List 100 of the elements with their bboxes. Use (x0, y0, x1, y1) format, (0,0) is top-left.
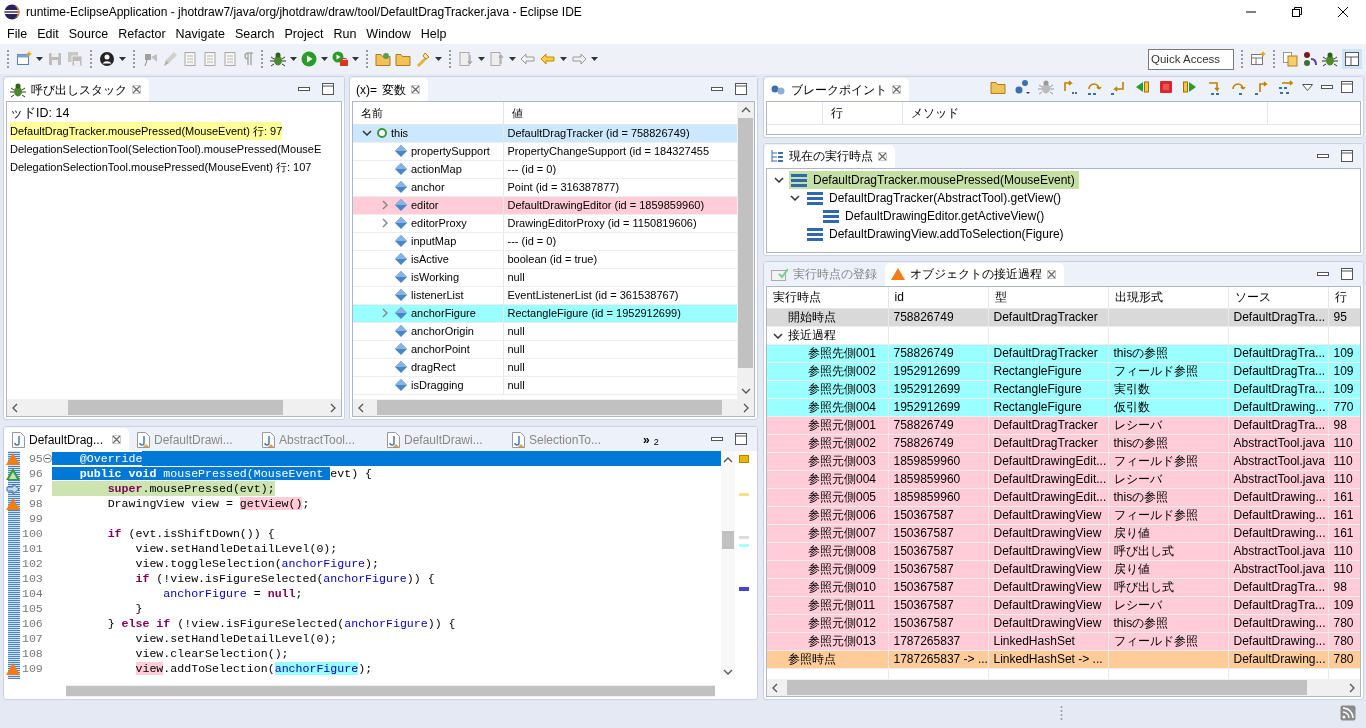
connected-circles-icon[interactable] (1014, 79, 1030, 95)
panel-tab[interactable]: 現在の実行時点 (764, 144, 895, 168)
chevron-down-icon[interactable] (774, 176, 784, 183)
scroll-down-icon[interactable] (740, 388, 751, 394)
horizontal-scrollbar[interactable] (66, 685, 715, 697)
tree-item[interactable]: DefaultDrawingEditor.getActiveView() (821, 206, 1049, 225)
chevron-right-icon[interactable] (382, 200, 388, 210)
menu-item[interactable]: Project (279, 24, 329, 43)
vertical-scrollbar[interactable] (721, 451, 735, 679)
new-window-icon[interactable] (16, 51, 32, 67)
chevron-right-icon[interactable] (382, 308, 388, 318)
run-toolbox-icon[interactable] (332, 51, 348, 67)
git-icon[interactable] (1302, 51, 1318, 67)
triangle-icon[interactable] (6, 467, 21, 480)
folder-icon[interactable] (990, 79, 1006, 95)
menu-item[interactable]: Source (63, 24, 114, 43)
column-header[interactable]: 行 (1328, 286, 1360, 309)
horizontal-scrollbar[interactable] (767, 679, 1360, 696)
bug-icon[interactable] (270, 51, 286, 67)
scroll-thumb[interactable] (722, 531, 734, 549)
column-header[interactable]: ソース (1228, 286, 1328, 309)
menu-item[interactable]: Refactor (113, 24, 171, 43)
scroll-left-icon[interactable] (12, 402, 18, 413)
tree-item[interactable]: DefaultDragTracker(AbstractTool).getView() (805, 188, 1066, 207)
restore-icon[interactable] (1292, 6, 1302, 17)
view-menu-icon[interactable] (1302, 83, 1313, 91)
scroll-right-icon[interactable] (330, 402, 336, 413)
caret-icon[interactable] (478, 57, 485, 61)
bug-icon[interactable] (1322, 51, 1338, 67)
maximize-icon[interactable] (735, 433, 747, 445)
collapse-icon[interactable] (42, 454, 52, 463)
column-header[interactable]: メソッド (902, 102, 1267, 124)
menu-item[interactable]: Navigate (170, 24, 230, 43)
layout-icon[interactable] (1342, 49, 1362, 69)
tree-item[interactable]: DefaultDrawingView.addToSelection(Figure) (805, 224, 1068, 243)
column-header[interactable]: 型 (988, 286, 1108, 309)
scroll-right-icon[interactable] (1349, 682, 1355, 693)
column-header[interactable]: 行 (822, 102, 902, 124)
scroll-left-icon[interactable] (358, 402, 364, 413)
stack-frame[interactable]: DelegationSelectionTool.mousePressed(MouseEvent) 行: 107 (10, 158, 312, 176)
minimize-icon[interactable] (711, 87, 723, 91)
column-header[interactable]: id (888, 286, 988, 309)
triangle-icon[interactable] (6, 497, 21, 510)
step-arrow-icon[interactable] (1062, 79, 1078, 95)
step-return-icon[interactable] (1254, 79, 1270, 95)
person-icon[interactable] (99, 51, 115, 67)
editor-tab[interactable]: DefaultDrag... (4, 428, 129, 451)
scroll-down-icon[interactable] (723, 669, 733, 675)
chevron-right-icon[interactable] (382, 218, 388, 228)
stack-frame[interactable]: DelegationSelectionTool(SelectionTool).mousePressed(MouseE (10, 140, 322, 158)
maximize-icon[interactable] (735, 83, 747, 95)
chevron-down-icon[interactable] (362, 130, 372, 136)
resume-back-icon[interactable] (1134, 79, 1150, 95)
drop-frame-icon[interactable] (1278, 79, 1294, 95)
caret-icon[interactable] (321, 57, 328, 61)
caret-icon[interactable] (591, 57, 598, 61)
search-field[interactable]: Quick Access (1148, 48, 1234, 70)
close-icon[interactable] (1338, 6, 1348, 17)
caret-icon[interactable] (36, 57, 43, 61)
run-icon[interactable] (301, 51, 317, 67)
maximize-icon[interactable] (1341, 81, 1353, 93)
menu-item[interactable]: Window (361, 24, 416, 43)
menu-item[interactable]: Run (328, 24, 362, 43)
minimize-icon[interactable] (711, 437, 723, 441)
scroll-left-icon[interactable] (772, 682, 778, 693)
minimize-icon[interactable] (1317, 153, 1329, 158)
minimize-icon[interactable] (1317, 271, 1329, 276)
chevron-down-icon[interactable] (790, 194, 800, 201)
scroll-up-icon[interactable] (740, 107, 751, 113)
grip-icon[interactable] (1060, 705, 1063, 721)
chevron-down-icon[interactable] (773, 332, 783, 339)
caret-icon[interactable] (435, 57, 442, 61)
overflow-tabs-button[interactable]: » $_{2}$ (635, 428, 667, 451)
scroll-right-icon[interactable] (743, 402, 749, 413)
scroll-up-icon[interactable] (723, 457, 733, 463)
triangle-icon[interactable] (6, 452, 21, 465)
minimize-icon[interactable] (1321, 85, 1333, 89)
menu-item[interactable]: Help (415, 24, 452, 43)
step-into-icon[interactable] (1206, 79, 1222, 95)
stack-frame[interactable]: ッドID: 14 (10, 104, 70, 122)
minimize-icon[interactable] (298, 87, 310, 91)
panel-tab[interactable]: (x)= 変数 (350, 78, 428, 101)
arrow-icon[interactable] (6, 482, 21, 495)
maximize-icon[interactable] (1341, 149, 1353, 162)
stack-frame[interactable]: DefaultDragTracker.mousePressed(MouseEvent) 行: 97 (10, 122, 283, 140)
panel-tab[interactable]: オブジェクトの接近過程 (885, 262, 1064, 286)
folder-icon[interactable] (395, 51, 411, 67)
panel-tab[interactable]: ブレークポイント (764, 78, 909, 101)
maximize-icon[interactable] (1341, 267, 1353, 280)
panel-tab[interactable]: 呼び出しスタック (4, 78, 149, 101)
column-header[interactable]: 出現形式 (1108, 286, 1228, 309)
vertical-scrollbar[interactable] (737, 102, 754, 399)
tree-item[interactable]: DefaultDragTracker.mousePressed(MouseEvent) (789, 170, 1079, 189)
caret-icon[interactable] (290, 57, 297, 61)
caret-icon[interactable] (119, 57, 126, 61)
column-header[interactable]: 名前 (353, 102, 503, 124)
caret-icon[interactable] (560, 57, 567, 61)
folder-icon[interactable] (375, 51, 391, 67)
feed-icon[interactable] (1340, 705, 1356, 721)
menu-item[interactable]: Search (229, 24, 280, 43)
